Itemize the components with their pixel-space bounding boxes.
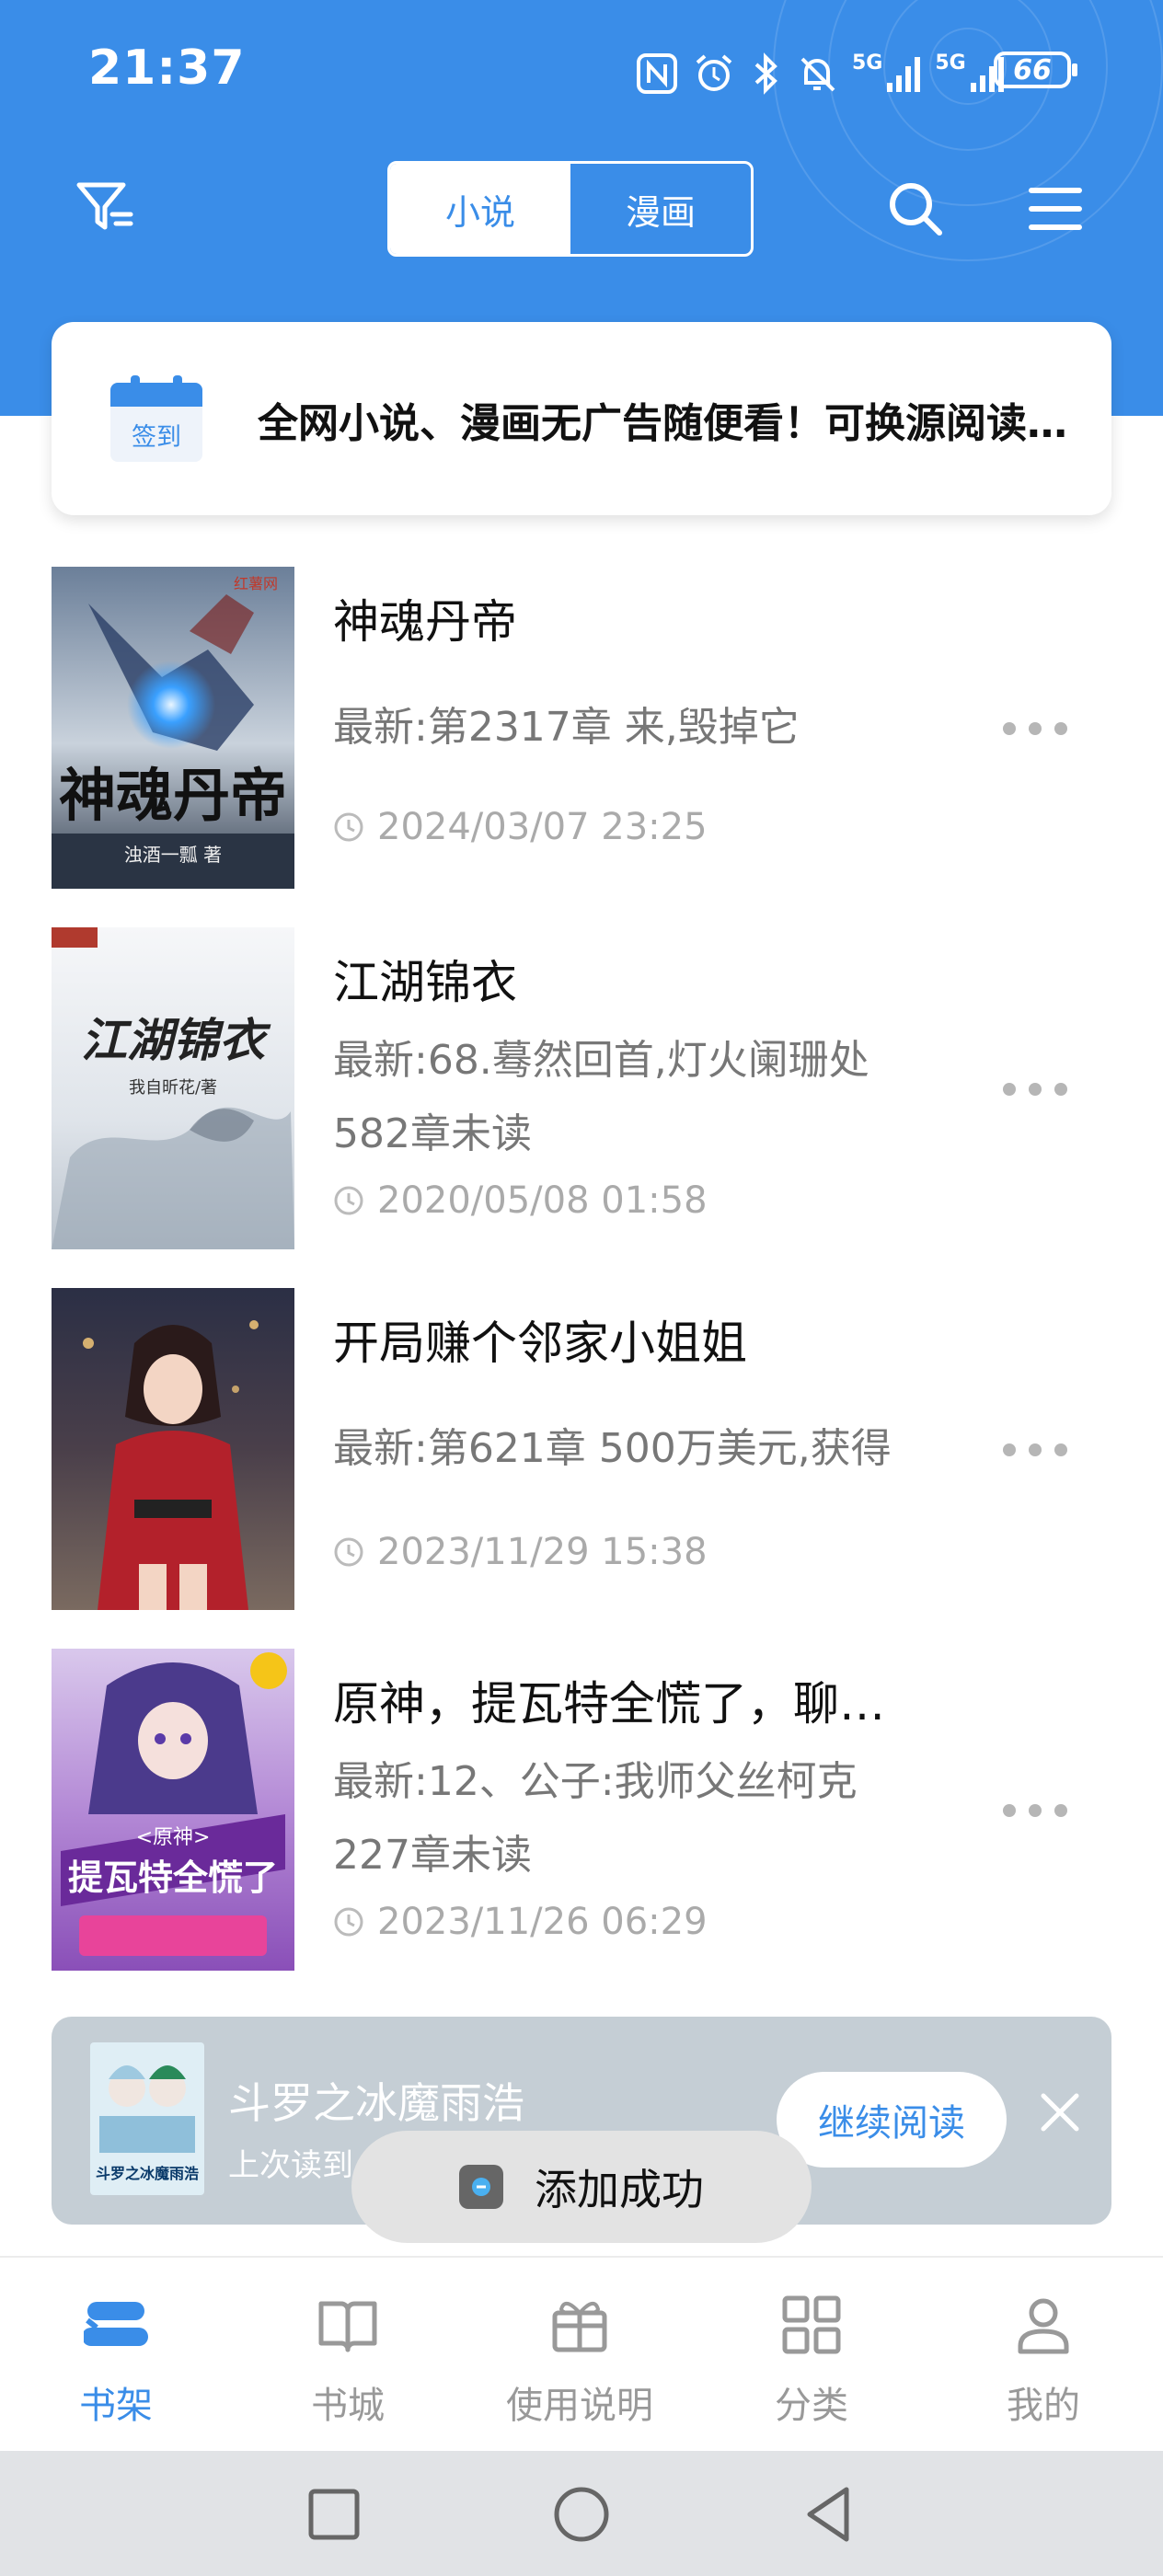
book-cover[interactable] (52, 1288, 294, 1610)
tab-label: 分类 (775, 2385, 848, 2427)
book-updated-time: 2023/11/29 15:38 (333, 1531, 708, 1573)
book-cover[interactable]: 提瓦特全慌了 <原神> (52, 1649, 294, 1971)
cover-badge: 红薯网 (234, 575, 278, 592)
book-latest-chapter: 最新:68.蓦然回首,灯火阑珊处 (333, 1037, 869, 1084)
clock-icon (334, 1537, 363, 1567)
battery-icon: 66 (994, 52, 1077, 88)
book-item[interactable]: 提瓦特全慌了 <原神> 原神，提瓦特全慌了，聊天群出现 最新:12、公子:我师父… (0, 1649, 1163, 1972)
book-latest-chapter: 最新:第621章 500万美元,获得 (333, 1425, 892, 1472)
app-icon (459, 2165, 503, 2209)
close-icon[interactable] (1038, 2090, 1082, 2134)
tab-label: 使用说明 (506, 2385, 653, 2427)
toast-message: 添加成功 (351, 2131, 812, 2243)
book-date: 2020/05/08 01:58 (377, 1179, 708, 1222)
notice-text: 全网小说、漫画无广告随便看！可换源阅读，看书超方便 (258, 400, 1104, 447)
tab-novel[interactable]: 小说 (390, 164, 570, 254)
recent-progress-text: 上次读到 (228, 2147, 353, 2184)
calendar-signin-icon: 签到 (110, 375, 202, 462)
book-date: 2023/11/29 15:38 (377, 1531, 708, 1573)
novel-comic-switch[interactable]: 小说 漫画 (387, 161, 754, 257)
battery-level: 66 (1013, 53, 1052, 86)
tab-label: 我的 (1007, 2385, 1080, 2427)
thumb-title: 斗罗之冰魔雨浩 (96, 2165, 199, 2182)
filter-button[interactable] (64, 166, 147, 248)
book-cover[interactable]: 江湖锦衣 我自昕花/著 (52, 927, 294, 1249)
gift-icon (552, 2302, 607, 2352)
more-options-button[interactable] (1003, 1071, 1067, 1108)
cover-title: 提瓦特全慌了 (68, 1857, 278, 1898)
cover-title: 江湖锦衣 (81, 1013, 271, 1067)
nfc-icon (637, 53, 677, 94)
recent-apps-icon[interactable] (302, 2482, 366, 2547)
filter-icon (76, 182, 133, 230)
toast-text: 添加成功 (535, 2165, 704, 2214)
more-options-button[interactable] (1003, 1432, 1067, 1468)
status-bar: 21:37 5G 5G 66 (0, 0, 1163, 138)
bottom-tab-bar: 书架 书城 使用说明 分类 我的 (0, 2256, 1163, 2451)
book-date: 2023/11/26 06:29 (377, 1901, 708, 1943)
book-item[interactable]: 江湖锦衣 我自昕花/著 江湖锦衣 最新:68.蓦然回首,灯火阑珊处 582章未读… (0, 927, 1163, 1251)
menu-button[interactable] (1014, 167, 1097, 250)
tab-comic[interactable]: 漫画 (570, 164, 751, 254)
clock-icon (334, 1907, 363, 1937)
book-title: 神魂丹帝 (333, 595, 517, 649)
home-icon[interactable] (549, 2482, 614, 2547)
more-options-button[interactable] (1003, 710, 1067, 747)
book-open-icon (318, 2301, 377, 2352)
tab-label: 书架 (79, 2385, 153, 2427)
tab-category[interactable]: 分类 (696, 2258, 927, 2451)
bookshelf-icon (84, 2302, 148, 2346)
book-updated-time: 2023/11/26 06:29 (333, 1901, 708, 1943)
signal-1-icon: 5G (852, 53, 922, 94)
back-icon[interactable] (797, 2482, 861, 2547)
status-icons: 5G 5G (635, 46, 1006, 101)
book-updated-time: 2024/03/07 23:25 (333, 806, 708, 848)
calendar-label: 签到 (132, 423, 181, 452)
cover-author: <原神> (136, 1826, 211, 1849)
mute-bell-icon (800, 57, 835, 92)
clock-icon (334, 1186, 363, 1215)
more-options-button[interactable] (1003, 1792, 1067, 1829)
clock-icon (334, 812, 363, 842)
book-title: 原神，提瓦特全慌了，聊天群出现 (333, 1677, 922, 1731)
tab-instructions[interactable]: 使用说明 (464, 2258, 696, 2451)
tab-bookshelf[interactable]: 书架 (0, 2258, 232, 2451)
book-title: 开局赚个邻家小姐姐 (333, 1317, 747, 1370)
book-item[interactable]: 神魂丹帝 浊酒一瓢 著 红薯网 神魂丹帝 最新:第2317章 来,毁掉它 202… (0, 567, 1163, 891)
grid-icon (782, 2295, 841, 2354)
status-time: 21:37 (88, 40, 246, 96)
tab-label: 书城 (311, 2385, 385, 2427)
cover-title: 神魂丹帝 (59, 762, 287, 829)
book-latest-chapter: 最新:12、公子:我师父丝柯克 (333, 1758, 858, 1805)
book-date: 2024/03/07 23:25 (377, 806, 708, 848)
cover-author: 浊酒一瓢 著 (124, 844, 222, 866)
book-cover[interactable]: 神魂丹帝 浊酒一瓢 著 红薯网 (52, 567, 294, 889)
person-icon (1018, 2298, 1069, 2354)
bluetooth-icon (754, 52, 777, 95)
book-item[interactable]: 开局赚个邻家小姐姐 最新:第621章 500万美元,获得 2023/11/29 … (0, 1288, 1163, 1612)
signin-notice-card[interactable]: 签到 全网小说、漫画无广告随便看！可换源阅读，看书超方便 (52, 322, 1111, 515)
recent-book-title: 斗罗之冰魔雨浩 (228, 2078, 524, 2128)
book-unread-count: 582章未读 (333, 1110, 532, 1157)
tab-bookstore[interactable]: 书城 (232, 2258, 464, 2451)
system-nav-bar (0, 2451, 1163, 2576)
search-icon (890, 183, 942, 236)
continue-reading-button[interactable]: 继续阅读 (777, 2072, 1007, 2168)
alarm-icon (696, 54, 732, 91)
search-button[interactable] (874, 167, 957, 250)
book-latest-chapter: 最新:第2317章 来,毁掉它 (333, 704, 800, 751)
book-unread-count: 227章未读 (333, 1832, 532, 1879)
menu-icon (1029, 188, 1082, 230)
tab-mine[interactable]: 我的 (927, 2258, 1159, 2451)
book-updated-time: 2020/05/08 01:58 (333, 1179, 708, 1222)
book-title: 江湖锦衣 (333, 956, 517, 1009)
cover-author: 我自昕花/著 (129, 1078, 217, 1098)
recent-book-cover: 斗罗之冰魔雨浩 (90, 2042, 204, 2195)
